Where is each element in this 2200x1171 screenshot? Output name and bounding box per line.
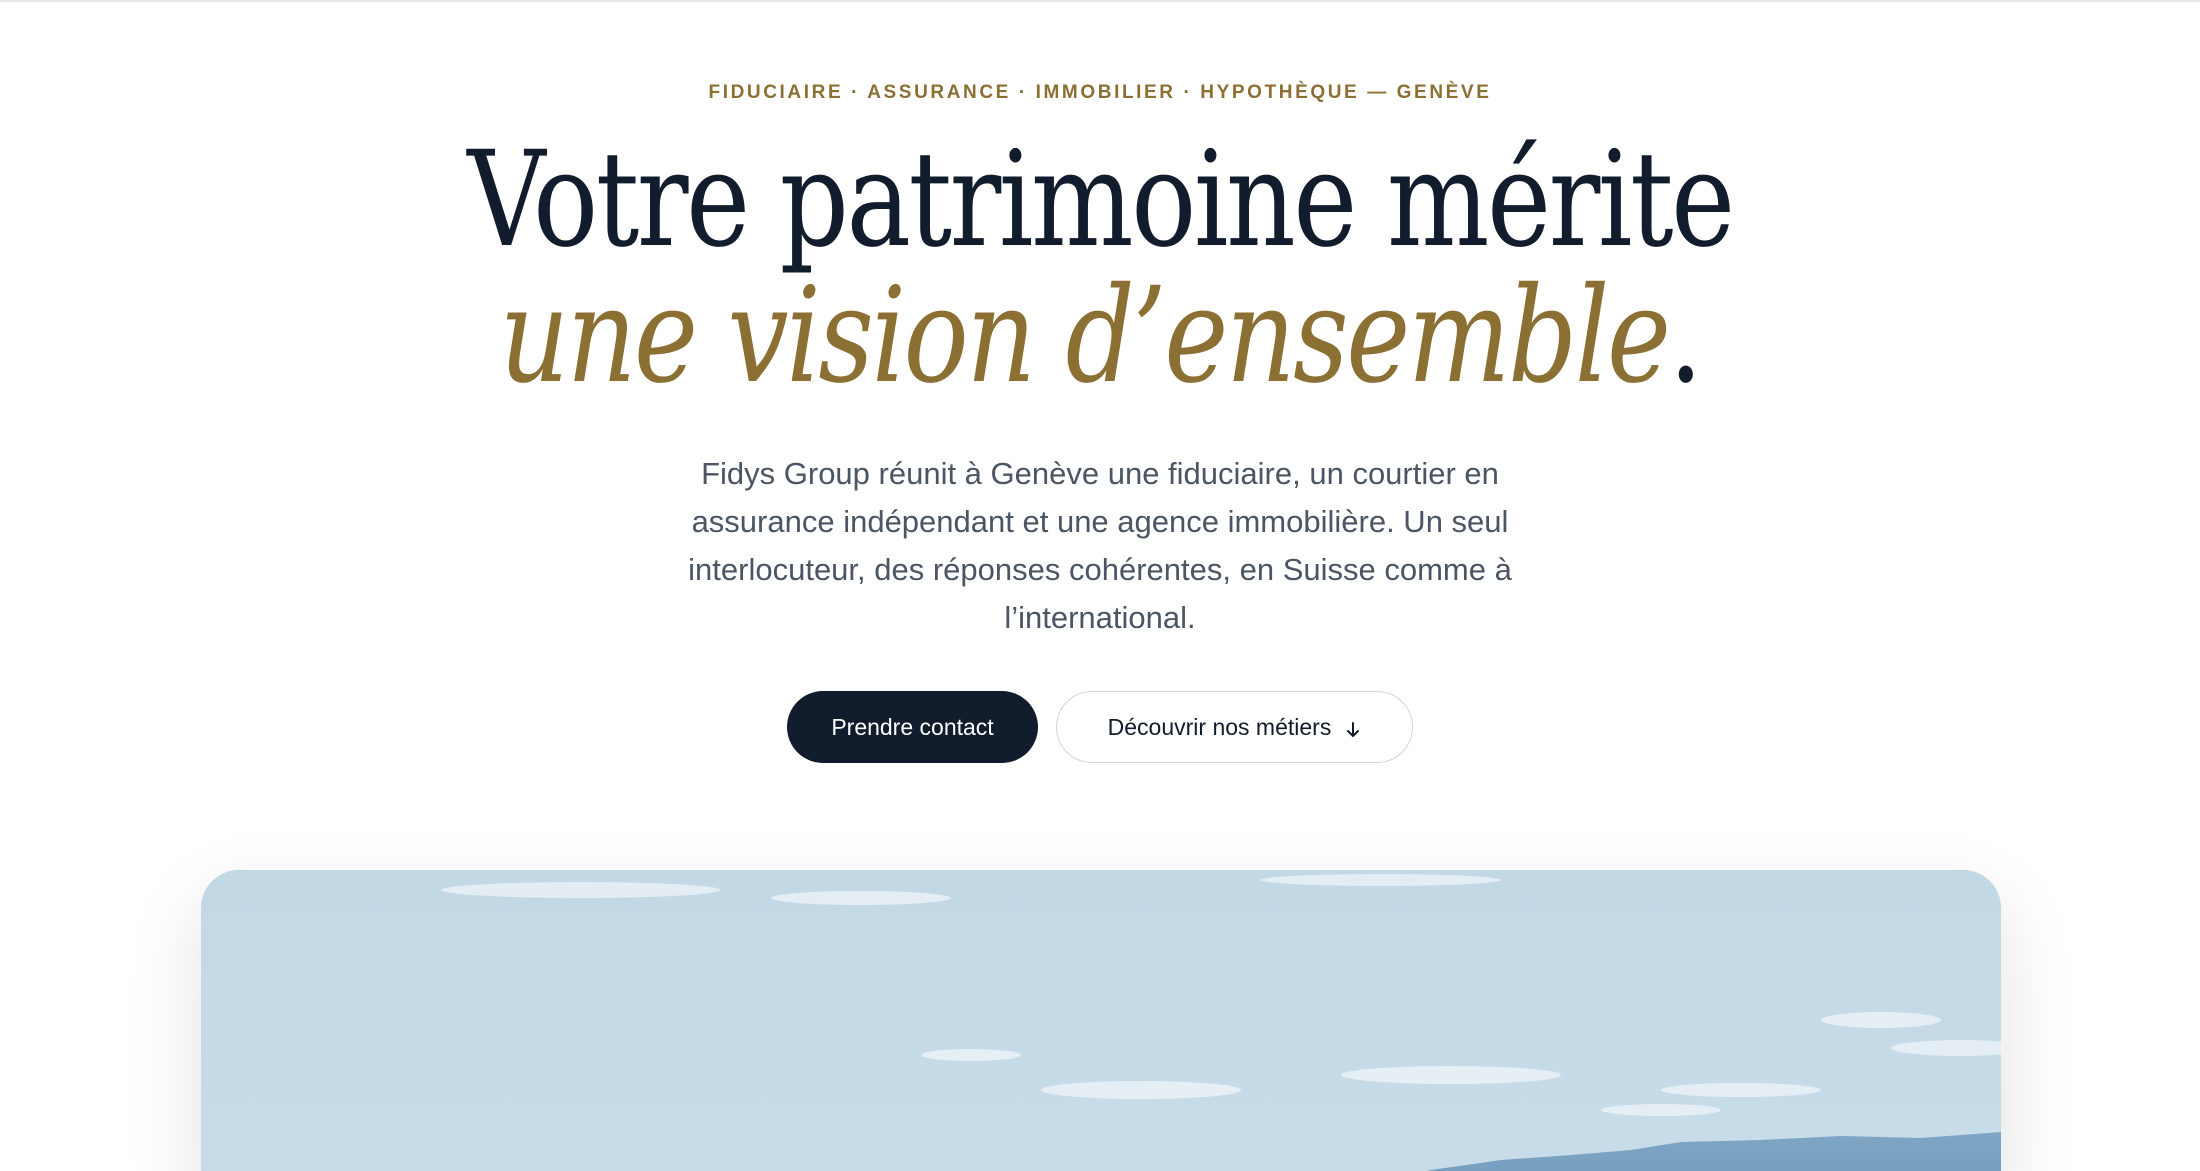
arrow-down-icon — [1345, 718, 1361, 737]
discover-services-button[interactable]: Découvrir nos métiers — [1056, 691, 1413, 763]
contact-button[interactable]: Prendre contact — [787, 691, 1038, 763]
landscape-illustration — [201, 870, 2001, 1171]
eyebrow-tagline: FIDUCIAIRE · ASSURANCE · IMMOBILIER · HY… — [708, 82, 1492, 103]
hero-landscape-image — [201, 870, 2001, 1171]
headline-accent: une vision d’ensemble — [499, 259, 1671, 413]
hero-lead-paragraph: Fidys Group réunit à Genève une fiduciai… — [688, 456, 1512, 635]
hero-headline: Votre patrimoine mérite une vision d’ens… — [0, 132, 2200, 404]
discover-button-label: Découvrir nos métiers — [1107, 713, 1332, 740]
headline-line-1: Votre patrimoine mérite — [467, 123, 1735, 277]
page: FIDUCIAIRE · ASSURANCE · IMMOBILIER · HY… — [0, 0, 2200, 1171]
headline-line-2: une vision d’ensemble. — [198, 268, 2002, 404]
cta-row: Prendre contact Découvrir nos métiers — [0, 691, 2200, 763]
contact-button-label: Prendre contact — [831, 713, 994, 740]
headline-period: . — [1668, 259, 1703, 413]
